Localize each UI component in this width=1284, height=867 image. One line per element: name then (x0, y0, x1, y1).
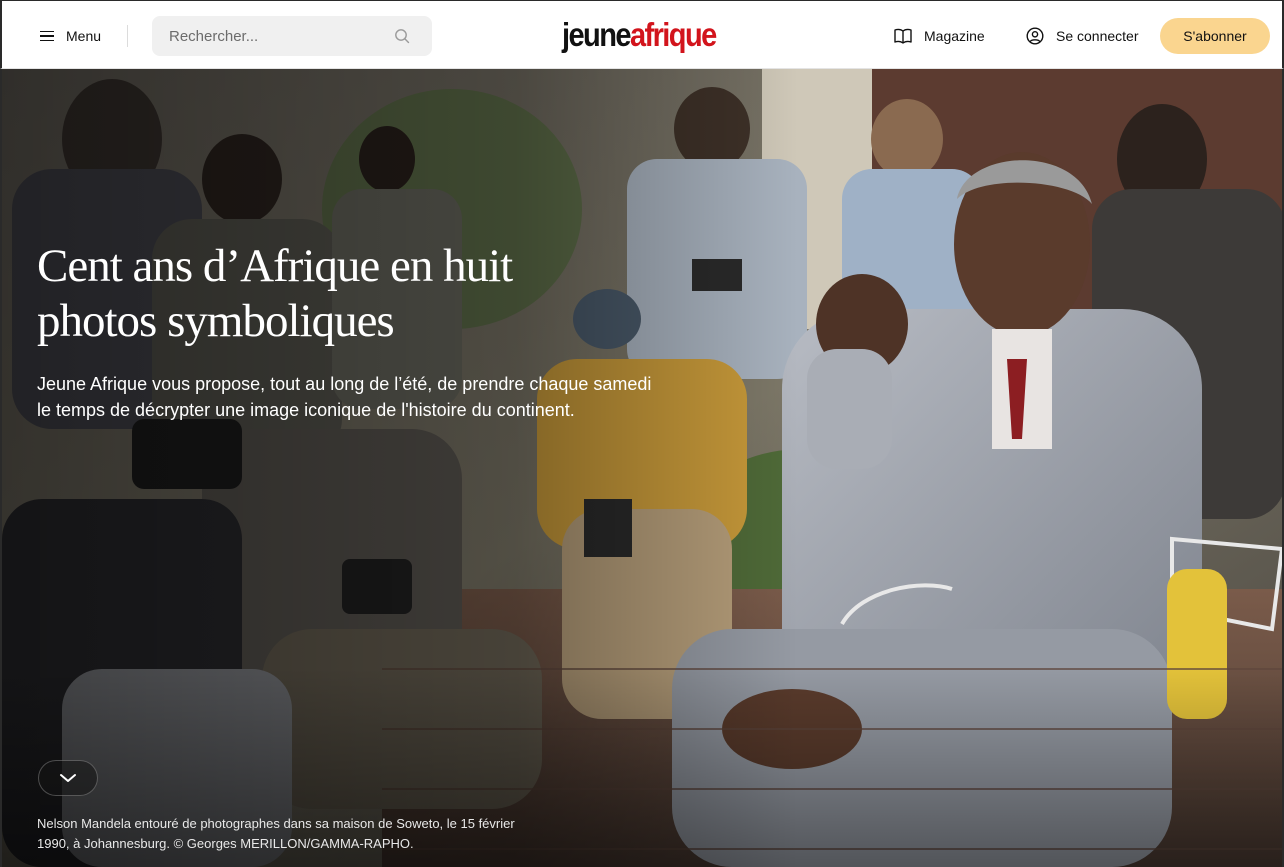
search-input[interactable] (169, 27, 389, 45)
logo-afrique: afrique (629, 16, 717, 53)
site-logo[interactable]: jeuneafrique (562, 15, 717, 55)
menu-icon (40, 30, 54, 42)
subscribe-button[interactable]: S'abonner (1160, 18, 1270, 54)
magazine-label: Magazine (924, 28, 985, 44)
book-icon (894, 28, 912, 44)
magazine-link[interactable]: Magazine (894, 25, 985, 47)
hero-section: Cent ans d’Afrique en huit photos symbol… (0, 69, 1284, 867)
page-title: Cent ans d’Afrique en huit photos symbol… (37, 240, 513, 347)
user-icon (1026, 27, 1044, 45)
site-header: Menu jeuneafrique Magazine Se connecter … (0, 0, 1284, 69)
logo-jeune: jeune (562, 16, 632, 53)
login-label: Se connecter (1056, 28, 1139, 44)
scroll-down-button[interactable] (38, 760, 98, 796)
header-divider (127, 25, 128, 47)
hero-lede: Jeune Afrique vous propose, tout au long… (37, 374, 652, 420)
photo-caption: Nelson Mandela entouré de photographes d… (37, 816, 515, 851)
search-box[interactable] (152, 16, 432, 56)
menu-button[interactable]: Menu (40, 25, 101, 47)
login-link[interactable]: Se connecter (1026, 25, 1139, 47)
chevron-down-icon (60, 774, 76, 782)
search-icon[interactable] (394, 28, 410, 44)
menu-label: Menu (66, 28, 102, 44)
